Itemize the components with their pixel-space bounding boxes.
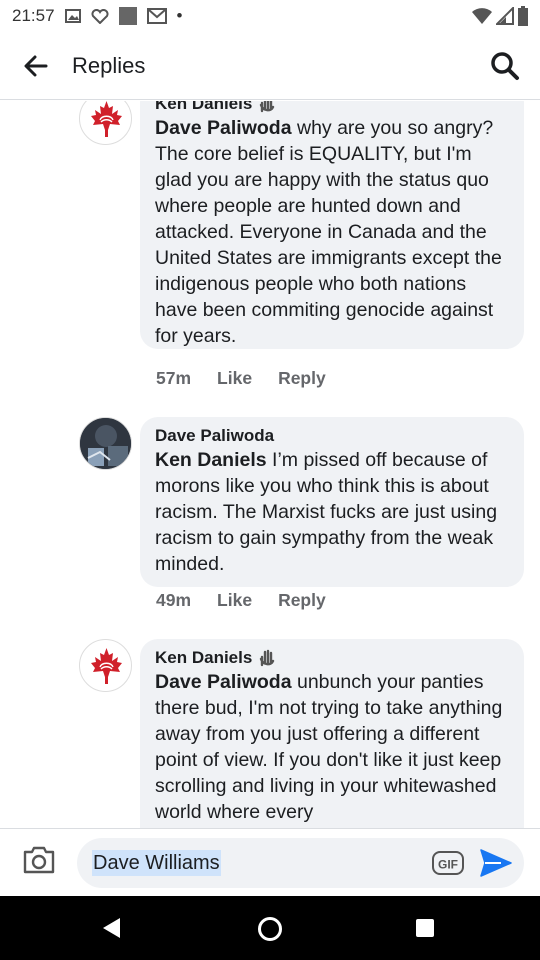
system-back-button[interactable] [100, 916, 122, 945]
comment-timestamp: 57m [156, 368, 192, 388]
gif-label: GIF [438, 858, 458, 872]
reply-button[interactable]: Reply [278, 368, 326, 389]
raised-hand-emoji-icon [260, 101, 275, 113]
back-button[interactable] [0, 32, 72, 100]
mention-link[interactable]: Dave Paliwoda [155, 671, 292, 693]
comment-bubble: Dave Paliwoda Ken Daniels I’m pissed off… [140, 417, 524, 587]
like-button[interactable]: Like [217, 368, 252, 389]
image-notification-icon [64, 9, 81, 23]
send-button[interactable] [479, 848, 513, 878]
camera-icon [23, 846, 55, 874]
maple-leaf-icon [91, 648, 122, 684]
gmail-notification-icon [146, 8, 167, 24]
comment-bubble: Ken Daniels Dave Paliwoda unbunch your p… [140, 639, 524, 828]
comment-list: Ken Daniels Dave Paliwoda why are you so… [0, 101, 540, 828]
battery-icon [518, 6, 528, 26]
comment-text: Dave Paliwoda why are you so angry? The … [155, 115, 510, 349]
status-bar: 21:57 • [0, 0, 540, 32]
maple-leaf-icon [91, 101, 122, 137]
compose-bar: Dave Williams GIF [0, 828, 540, 896]
square-recents-icon [416, 919, 434, 937]
gif-button[interactable]: GIF [431, 849, 465, 877]
more-notifications-dot: • [176, 6, 183, 25]
profile-photo-icon [80, 418, 131, 469]
comment-input[interactable]: Dave Williams GIF [77, 838, 524, 888]
camera-button[interactable] [22, 845, 62, 881]
comment-actions: 49m Like Reply [156, 590, 326, 611]
avatar[interactable] [79, 417, 132, 470]
comment-text: Dave Paliwoda unbunch your panties there… [155, 669, 510, 825]
send-icon [480, 849, 512, 877]
raised-hand-emoji-icon [260, 649, 275, 667]
clock: 21:57 [12, 6, 55, 25]
system-recents-button[interactable] [414, 917, 436, 944]
reply-button[interactable]: Reply [278, 590, 326, 611]
signal-icon [496, 7, 514, 25]
comment-input-value[interactable]: Dave Williams [92, 850, 221, 876]
avatar[interactable] [79, 101, 132, 145]
comment-timestamp: 49m [156, 590, 192, 610]
search-icon [491, 51, 519, 80]
comment-author[interactable]: Ken Daniels [155, 101, 252, 114]
comment-text: Ken Daniels I’m pissed off because of mo… [155, 447, 510, 577]
mention-link[interactable]: Dave Paliwoda [155, 117, 292, 139]
avatar[interactable] [79, 639, 132, 692]
triangle-back-icon [103, 918, 120, 938]
arrow-left-icon [24, 55, 48, 76]
heart-notification-icon [91, 8, 109, 24]
comment-author[interactable]: Ken Daniels [155, 648, 252, 668]
comment-body: why are you so angry? The core belief is… [155, 117, 502, 347]
system-nav-bar [0, 896, 540, 960]
comment-actions: 57m Like Reply [156, 368, 326, 389]
wifi-icon [472, 8, 492, 24]
like-button[interactable]: Like [217, 590, 252, 611]
home-circle-icon [258, 917, 282, 941]
system-home-button[interactable] [257, 916, 283, 947]
gif-icon: GIF [432, 851, 464, 875]
comment-bubble: Ken Daniels Dave Paliwoda why are you so… [140, 101, 524, 349]
app-header: Replies [0, 32, 540, 100]
comment-body: unbunch your panties there bud, I'm not … [155, 671, 503, 823]
comment-author[interactable]: Dave Paliwoda [155, 426, 274, 446]
search-button[interactable] [470, 32, 540, 100]
mention-link[interactable]: Ken Daniels [155, 449, 267, 471]
app-notification-icon [118, 7, 137, 25]
page-title: Replies [72, 52, 146, 78]
